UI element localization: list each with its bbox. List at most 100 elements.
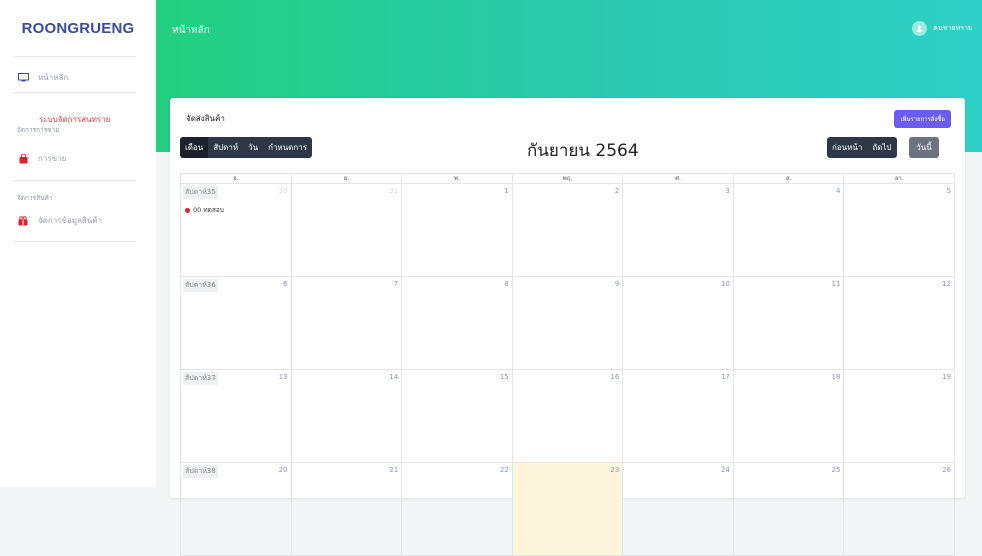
day-cell[interactable]: 17 <box>623 370 734 463</box>
day-cell[interactable]: สัปดาห์37 13 <box>181 370 292 463</box>
week-number[interactable]: สัปดาห์36 <box>183 279 218 292</box>
event-title: ทดสอบ <box>203 206 224 214</box>
day-number[interactable]: 11 <box>832 280 841 288</box>
day-cell[interactable]: 2 <box>512 184 624 277</box>
view-switcher: เดือน สัปดาห์ วัน กำหนดการ <box>180 137 312 158</box>
day-number[interactable]: 16 <box>610 373 619 381</box>
day-number[interactable]: 22 <box>500 466 509 474</box>
day-cell[interactable]: 19 <box>844 370 956 463</box>
brand-logo[interactable]: ROONGRUENG <box>0 20 156 37</box>
next-button[interactable]: ถัดไป <box>867 137 897 158</box>
weekday-header: จ. อ. พ. พฤ. ศ. ส. อา. <box>181 174 956 184</box>
day-cell[interactable]: 16 <box>512 370 624 463</box>
day-number[interactable]: 4 <box>836 187 840 195</box>
day-number[interactable]: 6 <box>283 280 287 288</box>
page-title: หน้าหลัก <box>172 25 210 36</box>
sidebar-item-label: การขาย <box>38 154 67 163</box>
today-button[interactable]: วันนี้ <box>909 137 939 158</box>
sidebar-item-sales[interactable]: การขาย <box>17 152 66 165</box>
day-cell[interactable]: 4 <box>733 184 845 277</box>
day-cell[interactable]: 18 <box>733 370 845 463</box>
sidebar-item-products[interactable]: จัดการข้อมูลสินค้า <box>17 214 102 227</box>
card-title: จัดส่งสินค้า <box>186 114 225 123</box>
calendar-grid: จ. อ. พ. พฤ. ศ. ส. อา. สัปดาห์35 30 00 ท… <box>180 173 956 556</box>
week-row: สัปดาห์38 20 21 22 23 24 25 26 <box>181 463 956 556</box>
day-cell[interactable]: 11 <box>733 277 845 370</box>
day-number[interactable]: 30 <box>279 187 288 195</box>
divider <box>14 241 136 242</box>
user-avatar-icon <box>912 21 928 36</box>
day-cell[interactable]: สัปดาห์35 30 00 ทดสอบ <box>181 184 292 277</box>
day-number[interactable]: 7 <box>394 280 398 288</box>
day-number[interactable]: 12 <box>942 280 951 288</box>
day-cell-today[interactable]: 23 <box>512 463 624 556</box>
weekday-label: ส. <box>733 174 845 184</box>
week-number[interactable]: สัปดาห์37 <box>183 372 218 385</box>
user-menu[interactable]: คนขายทราย <box>912 21 972 36</box>
prev-button[interactable]: ก่อนหน้า <box>827 137 868 158</box>
weekday-label: ศ. <box>623 174 734 184</box>
user-name: คนขายทราย <box>933 24 972 32</box>
day-cell[interactable]: 15 <box>402 370 513 463</box>
event-time: 00 <box>193 206 202 214</box>
day-cell[interactable]: 7 <box>291 277 403 370</box>
day-number[interactable]: 10 <box>721 280 730 288</box>
week-row: สัปดาห์35 30 00 ทดสอบ 31 1 2 3 4 5 <box>181 184 956 277</box>
weekday-label: จ. <box>181 174 292 184</box>
day-cell[interactable]: 21 <box>291 463 403 556</box>
week-number[interactable]: สัปดาห์35 <box>183 186 218 199</box>
day-cell[interactable]: 12 <box>844 277 956 370</box>
day-cell[interactable]: 3 <box>623 184 734 277</box>
week-number[interactable]: สัปดาห์38 <box>183 465 218 478</box>
day-cell[interactable]: สัปดาห์36 6 <box>181 277 292 370</box>
day-cell[interactable]: สัปดาห์38 20 <box>181 463 292 556</box>
day-number[interactable]: 5 <box>947 187 951 195</box>
day-number[interactable]: 1 <box>504 187 508 195</box>
day-number[interactable]: 19 <box>942 373 951 381</box>
day-cell[interactable]: 25 <box>733 463 845 556</box>
divider <box>14 92 136 93</box>
day-cell[interactable]: 1 <box>402 184 513 277</box>
day-number[interactable]: 25 <box>832 466 841 474</box>
day-number[interactable]: 13 <box>279 373 288 381</box>
day-number[interactable]: 20 <box>279 466 288 474</box>
day-number[interactable]: 3 <box>725 187 729 195</box>
view-week-button[interactable]: สัปดาห์ <box>208 137 244 158</box>
day-cell[interactable]: 14 <box>291 370 403 463</box>
day-number[interactable]: 14 <box>389 373 398 381</box>
day-cell[interactable]: 26 <box>844 463 956 556</box>
day-number[interactable]: 17 <box>721 373 730 381</box>
sidebar-item-label: จัดการข้อมูลสินค้า <box>38 216 103 225</box>
day-number[interactable]: 24 <box>721 466 730 474</box>
section-label-sales: จัดการการขาย <box>17 126 60 134</box>
add-order-button[interactable]: เพิ่มรายการสั่งซื้อ <box>894 110 951 128</box>
view-agenda-button[interactable]: กำหนดการ <box>263 137 312 158</box>
weekday-label: อา. <box>844 174 956 184</box>
view-month-button[interactable]: เดือน <box>180 137 209 158</box>
sidebar-item-home[interactable]: หน้าหลัก <box>17 71 68 84</box>
divider <box>14 56 136 57</box>
day-cell[interactable]: 8 <box>402 277 513 370</box>
day-number[interactable]: 26 <box>942 466 951 474</box>
day-number[interactable]: 18 <box>832 373 841 381</box>
day-cell[interactable]: 31 <box>291 184 403 277</box>
day-cell[interactable]: 10 <box>623 277 734 370</box>
day-cell[interactable]: 22 <box>402 463 513 556</box>
day-number[interactable]: 23 <box>610 466 619 474</box>
shopping-bag-icon <box>17 153 29 164</box>
day-cell[interactable]: 24 <box>623 463 734 556</box>
day-number[interactable]: 21 <box>389 466 398 474</box>
weekday-label: พ. <box>402 174 513 184</box>
calendar-event[interactable]: 00 ทดสอบ <box>185 205 224 215</box>
day-cell[interactable]: 5 <box>844 184 956 277</box>
day-number[interactable]: 9 <box>615 280 619 288</box>
day-number[interactable]: 15 <box>500 373 509 381</box>
day-number[interactable]: 31 <box>389 187 398 195</box>
weekday-label: พฤ. <box>512 174 624 184</box>
day-number[interactable]: 2 <box>615 187 619 195</box>
sidebar: ROONGRUENG หน้าหลัก ระบบจัดการสนทราย จัด… <box>0 0 156 487</box>
view-day-button[interactable]: วัน <box>243 137 264 158</box>
day-cell[interactable]: 9 <box>512 277 624 370</box>
section-label-products: จัดการสินค้า <box>17 194 53 202</box>
day-number[interactable]: 8 <box>504 280 508 288</box>
